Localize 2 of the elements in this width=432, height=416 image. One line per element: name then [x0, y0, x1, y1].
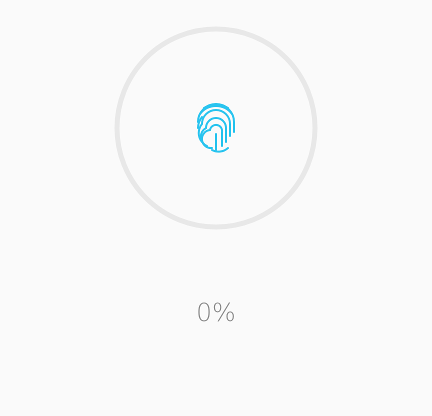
- progress-percentage: 0%: [196, 298, 236, 328]
- fingerprint-icon: [197, 103, 235, 153]
